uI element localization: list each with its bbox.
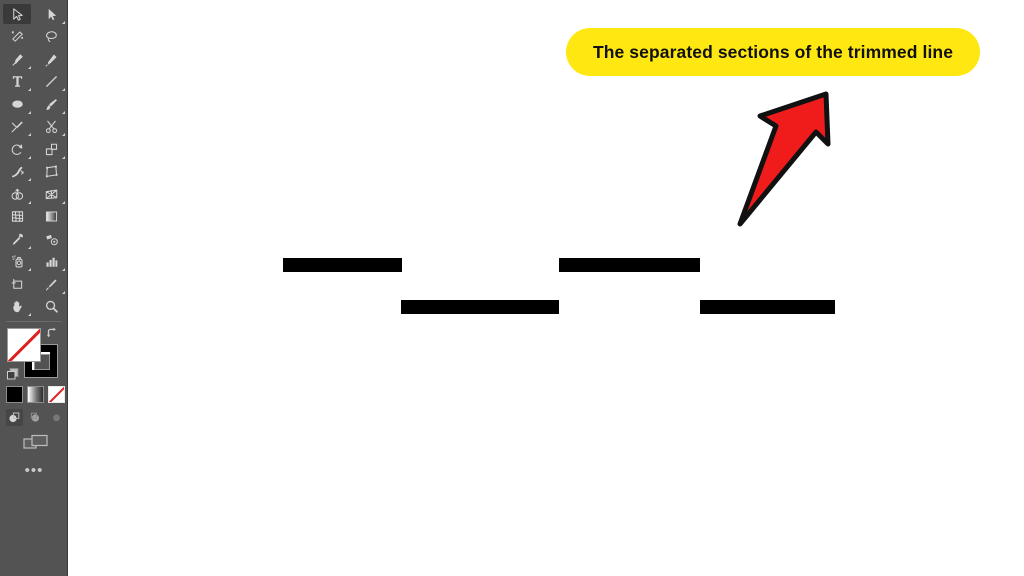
width-tool[interactable] [0,161,34,184]
symbol-sprayer-tool[interactable] [0,251,34,274]
tool-row [0,251,68,274]
illustrator-window: The separated sections of the trimmed li… [0,0,1024,576]
color-mode-controls [6,386,66,404]
annotation-callout: The separated sections of the trimmed li… [566,28,980,76]
perspective-grid-tool[interactable] [34,183,68,206]
column-graph-tool[interactable] [34,251,68,274]
none-slash-icon [49,387,64,402]
color-mode-solid[interactable] [6,386,23,403]
flyout-indicator [62,133,65,136]
hand-tool[interactable] [0,296,34,319]
draw-inside-mode[interactable] [48,409,65,426]
tool-row [0,228,68,251]
slice-tool[interactable] [34,273,68,296]
document-canvas[interactable] [68,0,1024,576]
flyout-indicator [28,155,31,159]
edit-toolbar-button[interactable]: ••• [0,463,68,478]
tool-row [0,116,68,139]
paintbrush-tool[interactable] [34,93,68,116]
free-transform-tool[interactable] [34,161,68,184]
flyout-indicator [28,178,31,181]
color-mode-none[interactable] [48,386,65,403]
tool-row [0,3,68,26]
flyout-indicator [28,313,31,316]
flyout-indicator [28,133,31,136]
tools-panel[interactable]: ••• [0,0,68,576]
tool-row [0,26,68,49]
flyout-indicator [28,88,31,91]
draw-mode-controls [6,409,66,426]
fill-stroke-controls [0,326,68,386]
tool-row [0,183,68,206]
shaper-tool[interactable] [0,116,34,139]
tool-grid [0,3,68,318]
tool-row [0,71,68,94]
tool-row [0,161,68,184]
tool-row [0,93,68,116]
flyout-indicator [62,88,65,91]
color-mode-gradient[interactable] [27,386,44,403]
line-segment-3[interactable] [401,300,559,314]
curvature-tool[interactable] [34,48,68,71]
fill-swatch[interactable] [7,328,41,362]
none-slash-icon [8,329,40,361]
flyout-indicator [28,110,31,114]
flyout-indicator [62,200,65,204]
ellipse-tool[interactable] [0,93,34,116]
zoom-tool[interactable] [34,296,68,319]
flyout-indicator [28,268,31,271]
line-segment-2[interactable] [559,258,700,272]
draw-normal-mode[interactable] [6,409,23,426]
flyout-indicator [62,20,65,24]
change-screen-mode[interactable] [23,433,49,453]
line-segment-4[interactable] [700,300,835,314]
lasso-tool[interactable] [34,26,68,49]
line-segment-1[interactable] [283,258,402,272]
flyout-indicator [28,245,31,249]
tool-row [0,296,68,319]
draw-behind-mode[interactable] [27,409,44,426]
magic-wand-tool[interactable] [0,26,34,49]
artboard-tool[interactable] [0,273,34,296]
rotate-tool[interactable] [0,138,34,161]
toolbar-divider [6,321,62,322]
flyout-indicator [62,268,65,271]
tool-row [0,273,68,296]
blend-tool[interactable] [34,228,68,251]
pen-tool[interactable] [0,48,34,71]
scale-tool[interactable] [34,138,68,161]
default-fill-stroke-icon[interactable] [6,367,20,381]
tool-row [0,48,68,71]
flyout-indicator [28,200,31,204]
flyout-indicator [62,290,65,294]
annotation-callout-text: The separated sections of the trimmed li… [592,41,954,62]
flyout-indicator [28,65,31,69]
line-segment-tool[interactable] [34,71,68,94]
tool-row [0,206,68,229]
scissors-tool[interactable] [34,116,68,139]
tool-row [0,138,68,161]
flyout-indicator [62,155,65,159]
direct-selection-tool[interactable] [34,3,68,26]
selection-tool[interactable] [0,3,34,26]
gradient-tool[interactable] [34,206,68,229]
shape-builder-tool[interactable] [0,183,34,206]
type-tool[interactable] [0,71,34,94]
red-arrow-icon [730,88,840,230]
mesh-tool[interactable] [0,206,34,229]
flyout-indicator [62,110,65,114]
swap-fill-stroke-icon[interactable] [45,326,59,340]
eyedropper-tool[interactable] [0,228,34,251]
